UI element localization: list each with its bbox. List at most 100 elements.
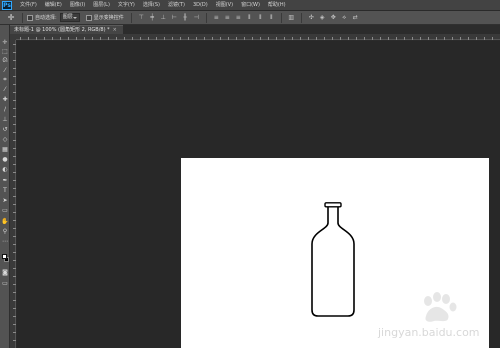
shape-tool-icon[interactable]: ▭ <box>1 207 9 214</box>
ruler-tick <box>204 37 205 40</box>
history-brush-tool-icon[interactable]: ↺ <box>1 126 9 133</box>
ruler-tick <box>372 37 373 40</box>
quick-select-tool-icon[interactable]: ⁄ <box>1 67 9 74</box>
menu-filter[interactable]: 滤镜(T) <box>164 0 189 11</box>
bottle-cap <box>324 202 342 208</box>
auto-align-icon[interactable]: ▥ <box>287 13 296 22</box>
ruler-tick <box>132 37 133 40</box>
menu-edit[interactable]: 编辑(E) <box>41 0 66 11</box>
lasso-tool-icon[interactable]: ᘏ <box>1 57 9 64</box>
menu-file[interactable]: 文件(F) <box>16 0 41 11</box>
distribute-vcenter-icon[interactable]: ≡ <box>223 13 232 22</box>
ruler-tick <box>244 37 245 40</box>
horizontal-ruler[interactable] <box>16 34 500 40</box>
brush-tool-icon[interactable]: ∕ <box>1 106 9 113</box>
screen-mode-icon[interactable]: ▭ <box>1 280 9 287</box>
3d-mode-icon[interactable]: ◈ <box>318 13 327 22</box>
show-transform-checkbox[interactable] <box>85 14 92 21</box>
align-hcenter-icon[interactable]: ╫ <box>181 13 190 22</box>
3d-mode-icon[interactable]: ✥ <box>329 13 338 22</box>
blur-tool-icon[interactable]: ● <box>1 156 9 163</box>
baidu-paw-logo <box>424 292 457 322</box>
bottle-shape[interactable] <box>308 202 358 318</box>
menu-3d[interactable]: 3D(D) <box>189 0 212 11</box>
ruler-tick <box>108 37 109 40</box>
ruler-tick <box>13 236 16 237</box>
align-vcenter-icon[interactable]: ╪ <box>148 13 157 22</box>
ruler-tick <box>13 76 16 77</box>
bottle-outline <box>311 205 355 317</box>
path-select-tool-icon[interactable]: ➤ <box>1 197 9 204</box>
close-icon[interactable]: × <box>113 27 117 33</box>
ruler-tick <box>356 37 357 40</box>
ruler-tick <box>428 37 429 40</box>
healing-brush-tool-icon[interactable]: ✚ <box>1 96 9 103</box>
photoshop-logo: Ps <box>2 0 12 10</box>
quick-mask-icon[interactable]: ◙ <box>1 269 9 276</box>
ruler-tick <box>444 37 445 40</box>
distribute-left-icon[interactable]: ⦀ <box>245 13 254 22</box>
auto-select-checkbox[interactable] <box>27 14 33 21</box>
dodge-tool-icon[interactable]: ◐ <box>1 166 9 173</box>
distribute-right-icon[interactable]: ⦀ <box>267 13 276 22</box>
align-top-icon[interactable]: ⊤ <box>137 13 146 22</box>
ruler-tick <box>364 37 365 40</box>
menu-type[interactable]: 文字(Y) <box>114 0 139 11</box>
menu-window[interactable]: 窗口(W) <box>237 0 264 11</box>
options-bar: ✛ 自动选择: 图层 显示变换控件 ⊤ ╪ ⊥ ⊢ ╫ ⊣ ≡ ≡ ≡ ⦀ ⦀ … <box>0 11 500 25</box>
ruler-tick <box>13 108 16 109</box>
ruler-tick <box>268 37 269 40</box>
eraser-tool-icon[interactable]: ◇ <box>1 136 9 143</box>
foreground-color-swatch[interactable] <box>2 254 7 259</box>
align-right-icon[interactable]: ⊣ <box>192 13 201 22</box>
eyedropper-tool-icon[interactable]: ⁄ <box>1 86 9 93</box>
options-divider <box>205 12 207 23</box>
align-left-icon[interactable]: ⊢ <box>170 13 179 22</box>
ruler-tick <box>396 37 397 40</box>
3d-mode-icon[interactable]: ⇄ <box>351 13 360 22</box>
gradient-tool-icon[interactable]: ▦ <box>1 146 9 153</box>
menu-layer[interactable]: 图层(L) <box>89 0 114 11</box>
document-tab[interactable]: 未标题-1 @ 100% (圆角矩形 2, RGB/8) * × <box>10 25 123 34</box>
distribute-hcenter-icon[interactable]: ⦀ <box>256 13 265 22</box>
more-tools-icon[interactable]: ⋯ <box>1 238 9 245</box>
menu-view[interactable]: 视图(V) <box>212 0 237 11</box>
ruler-tick <box>52 37 53 40</box>
auto-select-dropdown[interactable]: 图层 <box>59 13 80 22</box>
align-bottom-icon[interactable]: ⊥ <box>159 13 168 22</box>
ruler-tick <box>212 37 213 40</box>
ruler-tick <box>44 37 45 40</box>
pen-tool-icon[interactable]: ✒ <box>1 177 9 184</box>
menu-select[interactable]: 选择(S) <box>139 0 164 11</box>
marquee-tool-icon[interactable]: ⬚ <box>1 48 9 55</box>
baidu-watermark: jingyan.baidu.com <box>378 292 498 344</box>
clone-stamp-tool-icon[interactable]: ⊥ <box>1 116 9 123</box>
hand-tool-icon[interactable]: ✋ <box>1 218 9 225</box>
zoom-tool-icon[interactable]: ⚲ <box>1 228 9 235</box>
ruler-tick <box>28 37 29 40</box>
3d-mode-icon[interactable]: ⟡ <box>340 13 349 22</box>
ruler-tick <box>13 92 16 93</box>
ruler-tick <box>13 324 16 325</box>
options-divider <box>130 12 132 23</box>
ruler-tick <box>116 37 117 40</box>
distribute-top-icon[interactable]: ≡ <box>212 13 221 22</box>
document-tab-title: 未标题-1 @ 100% (圆角矩形 2, RGB/8) * <box>14 27 110 33</box>
vertical-ruler[interactable] <box>10 40 16 348</box>
move-tool-icon[interactable]: ✛ <box>1 39 9 46</box>
ruler-tick <box>300 37 301 40</box>
move-tool-icon[interactable]: ✛ <box>4 12 18 23</box>
ruler-tick <box>13 68 16 69</box>
crop-tool-icon[interactable]: ⌗ <box>1 76 9 83</box>
ruler-tick <box>13 228 16 229</box>
ruler-tick <box>13 340 16 341</box>
menu-image[interactable]: 图像(I) <box>66 0 89 11</box>
ruler-tick <box>36 37 37 40</box>
3d-mode-icon[interactable]: ✣ <box>307 13 316 22</box>
type-tool-icon[interactable]: T <box>1 187 9 194</box>
document-tab-bar: 未标题-1 @ 100% (圆角矩形 2, RGB/8) * × <box>10 25 500 34</box>
ruler-tick <box>164 37 165 40</box>
menu-help[interactable]: 帮助(H) <box>264 0 290 11</box>
distribute-bottom-icon[interactable]: ≡ <box>234 13 243 22</box>
ruler-tick <box>196 37 197 40</box>
